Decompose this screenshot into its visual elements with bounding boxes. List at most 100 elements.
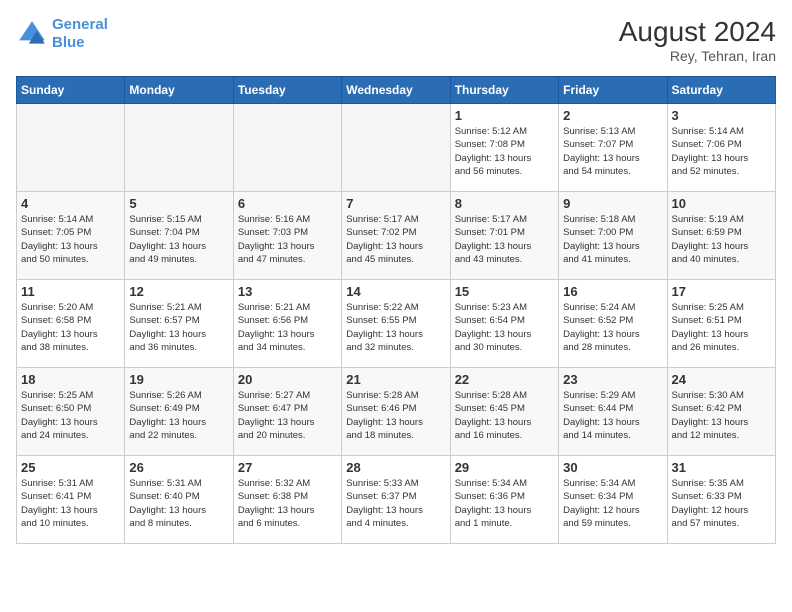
day-number: 8 bbox=[455, 196, 554, 211]
calendar-cell: 8 Sunrise: 5:17 AM Sunset: 7:01 PM Daylig… bbox=[450, 192, 558, 280]
day-info: Sunrise: 5:32 AM Sunset: 6:38 PM Dayligh… bbox=[238, 477, 337, 530]
day-number: 11 bbox=[21, 284, 120, 299]
day-number: 20 bbox=[238, 372, 337, 387]
day-info: Sunrise: 5:13 AM Sunset: 7:07 PM Dayligh… bbox=[563, 125, 662, 178]
calendar-cell: 18Sunrise: 5:25 AM Sunset: 6:50 PM Dayli… bbox=[17, 368, 125, 456]
calendar-cell: 22 Sunrise: 5:28 AM Sunset: 6:45 PM Dayli… bbox=[450, 368, 558, 456]
calendar-week-3: 11 Sunrise: 5:20 AM Sunset: 6:58 PM Dayli… bbox=[17, 280, 776, 368]
calendar-cell: 3 Sunrise: 5:14 AM Sunset: 7:06 PM Daylig… bbox=[667, 104, 775, 192]
day-number: 10 bbox=[672, 196, 771, 211]
day-info: Sunrise: 5:28 AM Sunset: 6:46 PM Dayligh… bbox=[346, 389, 445, 442]
calendar-week-1: 1 Sunrise: 5:12 AM Sunset: 7:08 PM Daylig… bbox=[17, 104, 776, 192]
day-number: 5 bbox=[129, 196, 228, 211]
calendar-cell bbox=[342, 104, 450, 192]
day-info: Sunrise: 5:19 AM Sunset: 6:59 PM Dayligh… bbox=[672, 213, 771, 266]
day-number: 31 bbox=[672, 460, 771, 475]
location: Rey, Tehran, Iran bbox=[619, 48, 776, 64]
weekday-header-friday: Friday bbox=[559, 77, 667, 104]
day-info: Sunrise: 5:20 AM Sunset: 6:58 PM Dayligh… bbox=[21, 301, 120, 354]
calendar-cell: 26Sunrise: 5:31 AM Sunset: 6:40 PM Dayli… bbox=[125, 456, 233, 544]
day-number: 16 bbox=[563, 284, 662, 299]
day-info: Sunrise: 5:26 AM Sunset: 6:49 PM Dayligh… bbox=[129, 389, 228, 442]
day-number: 30 bbox=[563, 460, 662, 475]
calendar-cell: 31 Sunrise: 5:35 AM Sunset: 6:33 PM Dayli… bbox=[667, 456, 775, 544]
day-info: Sunrise: 5:30 AM Sunset: 6:42 PM Dayligh… bbox=[672, 389, 771, 442]
calendar-cell bbox=[125, 104, 233, 192]
weekday-header-saturday: Saturday bbox=[667, 77, 775, 104]
calendar-cell: 19 Sunrise: 5:26 AM Sunset: 6:49 PM Dayli… bbox=[125, 368, 233, 456]
weekday-header-row: SundayMondayTuesdayWednesdayThursdayFrid… bbox=[17, 77, 776, 104]
day-number: 6 bbox=[238, 196, 337, 211]
calendar-cell: 24 Sunrise: 5:30 AM Sunset: 6:42 PM Dayli… bbox=[667, 368, 775, 456]
day-info: Sunrise: 5:12 AM Sunset: 7:08 PM Dayligh… bbox=[455, 125, 554, 178]
day-number: 3 bbox=[672, 108, 771, 123]
day-number: 12 bbox=[129, 284, 228, 299]
weekday-header-tuesday: Tuesday bbox=[233, 77, 341, 104]
calendar-cell: 7Sunrise: 5:17 AM Sunset: 7:02 PM Daylig… bbox=[342, 192, 450, 280]
calendar-week-2: 4Sunrise: 5:14 AM Sunset: 7:05 PM Daylig… bbox=[17, 192, 776, 280]
calendar-table: SundayMondayTuesdayWednesdayThursdayFrid… bbox=[16, 76, 776, 544]
day-number: 13 bbox=[238, 284, 337, 299]
calendar-cell bbox=[233, 104, 341, 192]
day-info: Sunrise: 5:28 AM Sunset: 6:45 PM Dayligh… bbox=[455, 389, 554, 442]
calendar-cell: 1 Sunrise: 5:12 AM Sunset: 7:08 PM Daylig… bbox=[450, 104, 558, 192]
day-number: 2 bbox=[563, 108, 662, 123]
logo: General Blue bbox=[16, 16, 108, 52]
day-number: 22 bbox=[455, 372, 554, 387]
calendar-cell: 14 Sunrise: 5:22 AM Sunset: 6:55 PM Dayli… bbox=[342, 280, 450, 368]
weekday-header-sunday: Sunday bbox=[17, 77, 125, 104]
day-number: 7 bbox=[346, 196, 445, 211]
month-year: August 2024 bbox=[619, 16, 776, 48]
calendar-cell: 12 Sunrise: 5:21 AM Sunset: 6:57 PM Dayli… bbox=[125, 280, 233, 368]
page-header: General Blue August 2024 Rey, Tehran, Ir… bbox=[16, 16, 776, 64]
day-number: 21 bbox=[346, 372, 445, 387]
calendar-cell: 2 Sunrise: 5:13 AM Sunset: 7:07 PM Daylig… bbox=[559, 104, 667, 192]
day-number: 19 bbox=[129, 372, 228, 387]
day-number: 29 bbox=[455, 460, 554, 475]
calendar-cell bbox=[17, 104, 125, 192]
day-info: Sunrise: 5:27 AM Sunset: 6:47 PM Dayligh… bbox=[238, 389, 337, 442]
day-info: Sunrise: 5:21 AM Sunset: 6:57 PM Dayligh… bbox=[129, 301, 228, 354]
calendar-week-4: 18Sunrise: 5:25 AM Sunset: 6:50 PM Dayli… bbox=[17, 368, 776, 456]
day-info: Sunrise: 5:17 AM Sunset: 7:01 PM Dayligh… bbox=[455, 213, 554, 266]
day-number: 1 bbox=[455, 108, 554, 123]
day-info: Sunrise: 5:16 AM Sunset: 7:03 PM Dayligh… bbox=[238, 213, 337, 266]
day-number: 17 bbox=[672, 284, 771, 299]
day-info: Sunrise: 5:22 AM Sunset: 6:55 PM Dayligh… bbox=[346, 301, 445, 354]
calendar-cell: 23Sunrise: 5:29 AM Sunset: 6:44 PM Dayli… bbox=[559, 368, 667, 456]
day-number: 14 bbox=[346, 284, 445, 299]
calendar-cell: 6 Sunrise: 5:16 AM Sunset: 7:03 PM Daylig… bbox=[233, 192, 341, 280]
day-info: Sunrise: 5:29 AM Sunset: 6:44 PM Dayligh… bbox=[563, 389, 662, 442]
title-block: August 2024 Rey, Tehran, Iran bbox=[619, 16, 776, 64]
day-number: 26 bbox=[129, 460, 228, 475]
weekday-header-thursday: Thursday bbox=[450, 77, 558, 104]
day-info: Sunrise: 5:31 AM Sunset: 6:41 PM Dayligh… bbox=[21, 477, 120, 530]
calendar-cell: 20 Sunrise: 5:27 AM Sunset: 6:47 PM Dayli… bbox=[233, 368, 341, 456]
day-info: Sunrise: 5:14 AM Sunset: 7:06 PM Dayligh… bbox=[672, 125, 771, 178]
day-number: 4 bbox=[21, 196, 120, 211]
day-number: 24 bbox=[672, 372, 771, 387]
calendar-cell: 17 Sunrise: 5:25 AM Sunset: 6:51 PM Dayli… bbox=[667, 280, 775, 368]
day-info: Sunrise: 5:34 AM Sunset: 6:34 PM Dayligh… bbox=[563, 477, 662, 530]
day-number: 27 bbox=[238, 460, 337, 475]
calendar-cell: 13 Sunrise: 5:21 AM Sunset: 6:56 PM Dayli… bbox=[233, 280, 341, 368]
calendar-cell: 5Sunrise: 5:15 AM Sunset: 7:04 PM Daylig… bbox=[125, 192, 233, 280]
day-number: 9 bbox=[563, 196, 662, 211]
day-info: Sunrise: 5:23 AM Sunset: 6:54 PM Dayligh… bbox=[455, 301, 554, 354]
day-info: Sunrise: 5:21 AM Sunset: 6:56 PM Dayligh… bbox=[238, 301, 337, 354]
day-number: 28 bbox=[346, 460, 445, 475]
calendar-cell: 27 Sunrise: 5:32 AM Sunset: 6:38 PM Dayli… bbox=[233, 456, 341, 544]
calendar-cell: 11 Sunrise: 5:20 AM Sunset: 6:58 PM Dayli… bbox=[17, 280, 125, 368]
calendar-week-5: 25 Sunrise: 5:31 AM Sunset: 6:41 PM Dayli… bbox=[17, 456, 776, 544]
day-info: Sunrise: 5:25 AM Sunset: 6:50 PM Dayligh… bbox=[21, 389, 120, 442]
day-info: Sunrise: 5:35 AM Sunset: 6:33 PM Dayligh… bbox=[672, 477, 771, 530]
day-info: Sunrise: 5:18 AM Sunset: 7:00 PM Dayligh… bbox=[563, 213, 662, 266]
day-info: Sunrise: 5:34 AM Sunset: 6:36 PM Dayligh… bbox=[455, 477, 554, 530]
calendar-cell: 4Sunrise: 5:14 AM Sunset: 7:05 PM Daylig… bbox=[17, 192, 125, 280]
day-info: Sunrise: 5:25 AM Sunset: 6:51 PM Dayligh… bbox=[672, 301, 771, 354]
day-number: 15 bbox=[455, 284, 554, 299]
calendar-cell: 25 Sunrise: 5:31 AM Sunset: 6:41 PM Dayli… bbox=[17, 456, 125, 544]
calendar-cell: 16Sunrise: 5:24 AM Sunset: 6:52 PM Dayli… bbox=[559, 280, 667, 368]
calendar-cell: 29 Sunrise: 5:34 AM Sunset: 6:36 PM Dayli… bbox=[450, 456, 558, 544]
day-number: 25 bbox=[21, 460, 120, 475]
